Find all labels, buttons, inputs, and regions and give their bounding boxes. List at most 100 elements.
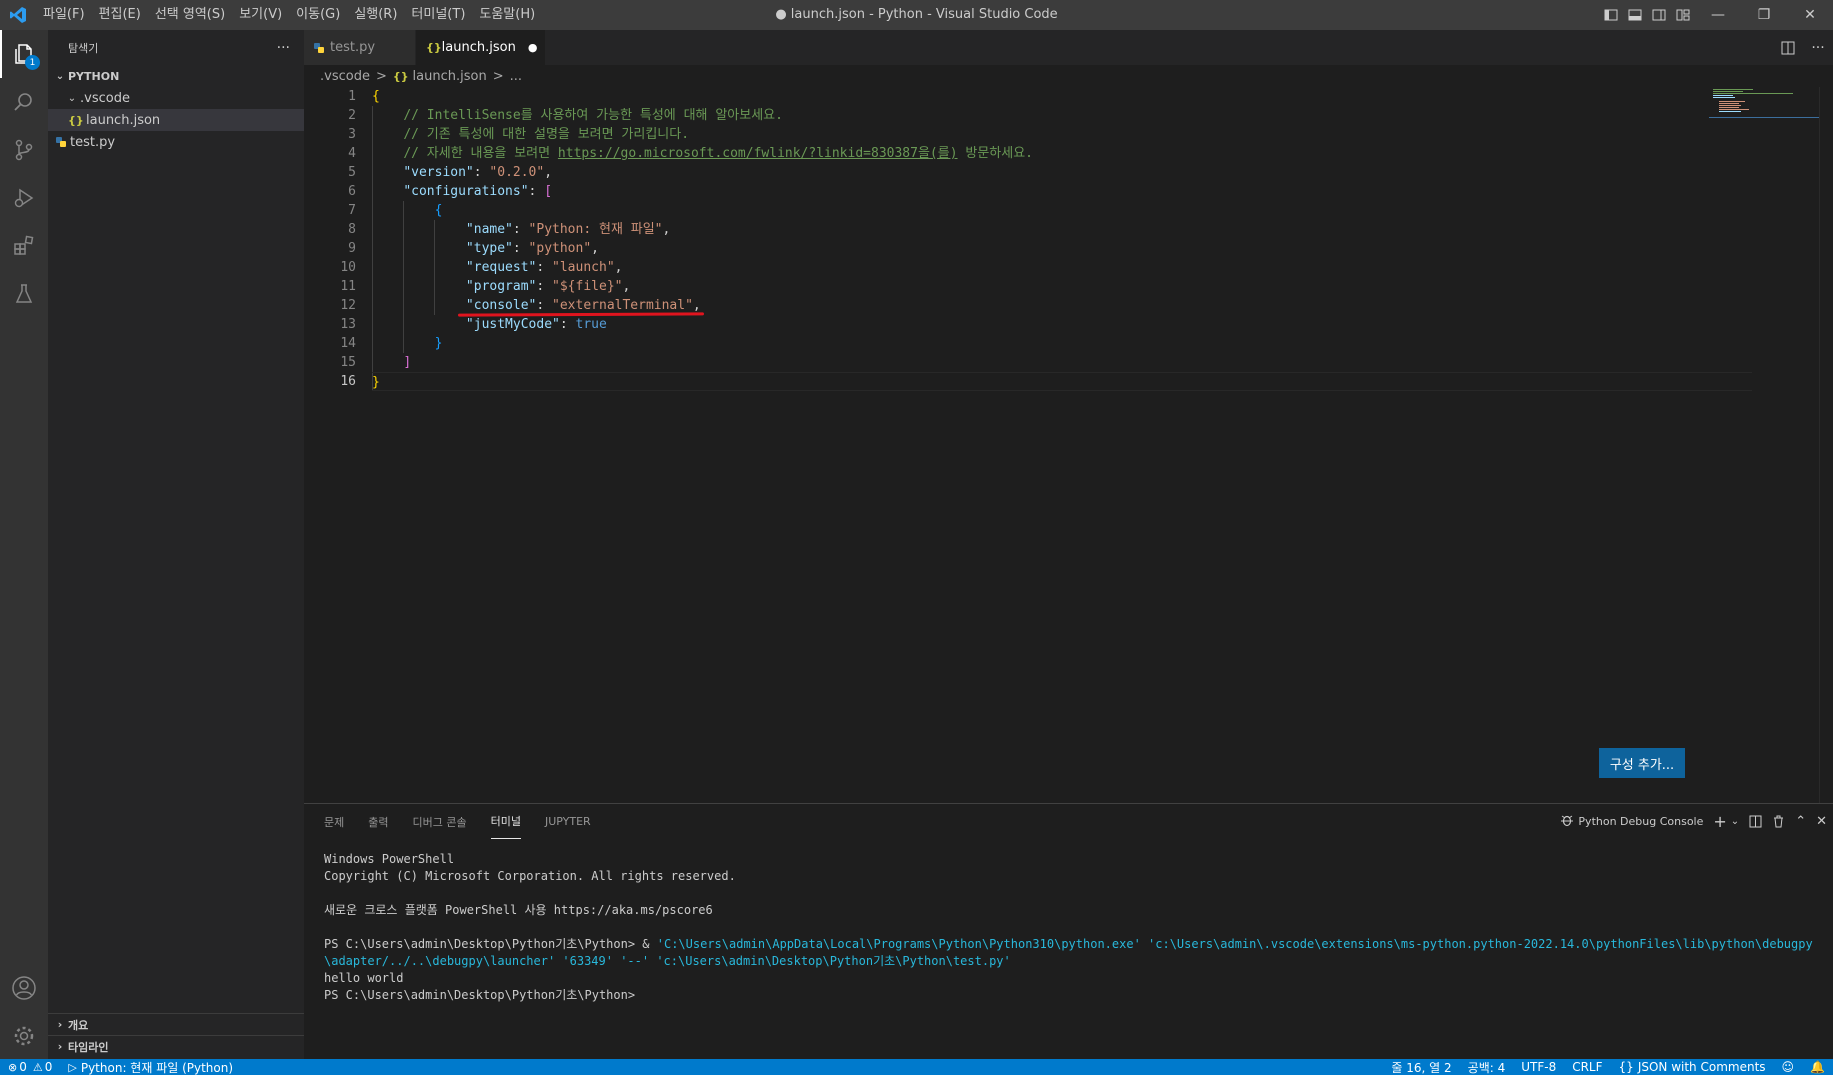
end-of-line[interactable]: CRLF xyxy=(1564,1060,1610,1074)
code-line-10: "request": "launch", xyxy=(465,260,623,275)
code-editor[interactable]: 1 2 3 4 5 6 7 8 9 10 11 12 13 14 15 16 {… xyxy=(304,87,1833,803)
tab-actions: ··· xyxy=(1773,30,1833,65)
debug-bug-icon xyxy=(1560,813,1574,830)
workspace-section-header[interactable]: ⌄ PYTHON xyxy=(48,65,304,87)
folder-label: .vscode xyxy=(80,90,130,106)
code-lines[interactable]: { // IntelliSense를 사용하여 가능한 특성에 대해 알아보세요… xyxy=(372,87,1752,391)
line-number: 2 xyxy=(348,108,356,123)
split-terminal-icon[interactable] xyxy=(1749,815,1762,828)
problems-status[interactable]: ⊗ 0 ⚠ 0 xyxy=(0,1060,60,1074)
line-number: 1 xyxy=(348,89,356,104)
toggle-panel-icon[interactable] xyxy=(1623,0,1647,30)
warning-icon: ⚠ xyxy=(32,1060,43,1074)
title-controls: — ❐ ✕ xyxy=(1599,0,1833,30)
editor-scrollbar[interactable] xyxy=(1819,87,1833,803)
menu-terminal[interactable]: 터미널(T) xyxy=(404,0,472,30)
maximize-panel-icon[interactable]: ⌃ xyxy=(1795,814,1806,829)
tab-problems[interactable]: 문제 xyxy=(324,804,344,839)
fwlink-url[interactable]: https://go.microsoft.com/fwlink/?linkid=… xyxy=(558,146,958,161)
explorer-sidebar: 탐색기 ··· ⌄ PYTHON ⌄ .vscode {} launch.jso… xyxy=(48,30,304,1059)
tab-test-py[interactable]: test.py xyxy=(304,30,416,65)
line-number: 10 xyxy=(340,260,356,275)
terminal-name: Python Debug Console xyxy=(1578,815,1704,828)
chevron-down-icon[interactable]: ⌄ xyxy=(1731,816,1739,827)
code-line-13: "justMyCode": true xyxy=(465,317,607,332)
menu-file[interactable]: 파일(F) xyxy=(36,0,92,30)
split-editor-icon[interactable] xyxy=(1773,41,1803,55)
tab-output[interactable]: 출력 xyxy=(368,804,388,839)
folder-vscode[interactable]: ⌄ .vscode xyxy=(48,87,304,109)
notifications-bell-icon[interactable]: 🔔 xyxy=(1802,1060,1833,1074)
feedback-icon[interactable]: ☺ xyxy=(1774,1060,1803,1074)
close-window-icon[interactable]: ✕ xyxy=(1787,0,1833,30)
unsaved-dot-icon[interactable]: ● xyxy=(528,41,538,54)
manage-gear-icon[interactable] xyxy=(0,1012,48,1060)
minimap[interactable] xyxy=(1709,87,1819,127)
trash-icon[interactable] xyxy=(1772,815,1785,828)
timeline-label: 타임라인 xyxy=(68,1040,109,1054)
toggle-sidebar-icon[interactable] xyxy=(1599,0,1623,30)
timeline-section[interactable]: › 타임라인 xyxy=(48,1035,304,1057)
code-line-1: { xyxy=(372,89,380,104)
code-line-7: { xyxy=(434,203,443,218)
warning-count: 0 xyxy=(44,1060,53,1074)
toggle-secondary-sidebar-icon[interactable] xyxy=(1647,0,1671,30)
tab-launch-json[interactable]: {} launch.json ● xyxy=(416,30,546,65)
extensions-icon[interactable] xyxy=(0,222,48,270)
account-icon[interactable] xyxy=(0,964,48,1012)
line-number: 12 xyxy=(340,298,356,313)
file-test-py[interactable]: test.py xyxy=(48,131,304,153)
line-number: 16 xyxy=(340,374,356,389)
line-number: 11 xyxy=(340,279,356,294)
json-file-icon: {} xyxy=(68,113,84,127)
cursor-position[interactable]: 줄 16, 열 2 xyxy=(1383,1059,1459,1075)
search-icon[interactable] xyxy=(0,78,48,126)
title-bar: 파일(F) 편집(E) 선택 영역(S) 보기(V) 이동(G) 실행(R) 터… xyxy=(0,0,1833,30)
run-debug-icon[interactable] xyxy=(0,174,48,222)
menu-selection[interactable]: 선택 영역(S) xyxy=(148,0,232,30)
menu-run[interactable]: 실행(R) xyxy=(347,0,404,30)
testing-icon[interactable] xyxy=(0,270,48,318)
restore-icon[interactable]: ❐ xyxy=(1741,0,1787,30)
code-line-12: "console": "externalTerminal", xyxy=(372,296,1752,317)
breadcrumb-file[interactable]: launch.json xyxy=(413,69,487,84)
add-configuration-button[interactable]: 구성 추가... xyxy=(1599,748,1685,778)
tab-label: launch.json xyxy=(441,40,516,55)
file-launch-json[interactable]: {} launch.json xyxy=(48,109,304,131)
tab-debug-console[interactable]: 디버그 콘솔 xyxy=(413,804,467,839)
status-right: 줄 16, 열 2 공백: 4 UTF-8 CRLF {} JSON with … xyxy=(1383,1059,1833,1075)
more-actions-icon[interactable]: ··· xyxy=(1803,40,1833,56)
new-terminal-icon[interactable]: + xyxy=(1713,812,1726,831)
error-icon: ⊗ xyxy=(8,1060,18,1074)
terminal-output[interactable]: Windows PowerShell Copyright (C) Microso… xyxy=(324,851,1824,1004)
menu-go[interactable]: 이동(G) xyxy=(289,0,347,30)
tab-terminal[interactable]: 터미널 xyxy=(490,804,521,839)
close-panel-icon[interactable]: ✕ xyxy=(1816,814,1827,829)
indentation[interactable]: 공백: 4 xyxy=(1460,1059,1514,1075)
encoding[interactable]: UTF-8 xyxy=(1513,1060,1564,1074)
activity-bar: 1 xyxy=(0,30,48,1059)
source-control-icon[interactable] xyxy=(0,126,48,174)
run-config-label: Python: 현재 파일 (Python) xyxy=(80,1060,234,1075)
run-config-status[interactable]: ▷ Python: 현재 파일 (Python) xyxy=(60,1059,241,1075)
line-number: 15 xyxy=(340,355,356,370)
tab-jupyter[interactable]: JUPYTER xyxy=(545,804,591,839)
outline-section[interactable]: › 개요 xyxy=(48,1013,304,1035)
breadcrumb-folder[interactable]: .vscode xyxy=(320,69,370,84)
breadcrumb: .vscode > {} launch.json > ... xyxy=(304,65,1833,87)
menu-edit[interactable]: 편집(E) xyxy=(92,0,148,30)
language-mode[interactable]: {} JSON with Comments xyxy=(1611,1060,1774,1074)
more-actions-icon[interactable]: ··· xyxy=(277,40,290,56)
breadcrumb-symbol[interactable]: ... xyxy=(510,69,522,84)
minimize-icon[interactable]: — xyxy=(1695,0,1741,30)
customize-layout-icon[interactable] xyxy=(1671,0,1695,30)
language-label: JSON with Comments xyxy=(1637,1060,1766,1074)
terminal-selector[interactable]: Python Debug Console xyxy=(1560,813,1703,830)
menu-view[interactable]: 보기(V) xyxy=(232,0,289,30)
explorer-icon[interactable]: 1 xyxy=(0,30,48,78)
menu-help[interactable]: 도움말(H) xyxy=(472,0,542,30)
code-line-3: // 기존 특성에 대한 설명을 보려면 가리킵니다. xyxy=(403,127,690,142)
code-line-16: } xyxy=(372,372,1752,391)
explorer-title: 탐색기 xyxy=(68,41,99,55)
